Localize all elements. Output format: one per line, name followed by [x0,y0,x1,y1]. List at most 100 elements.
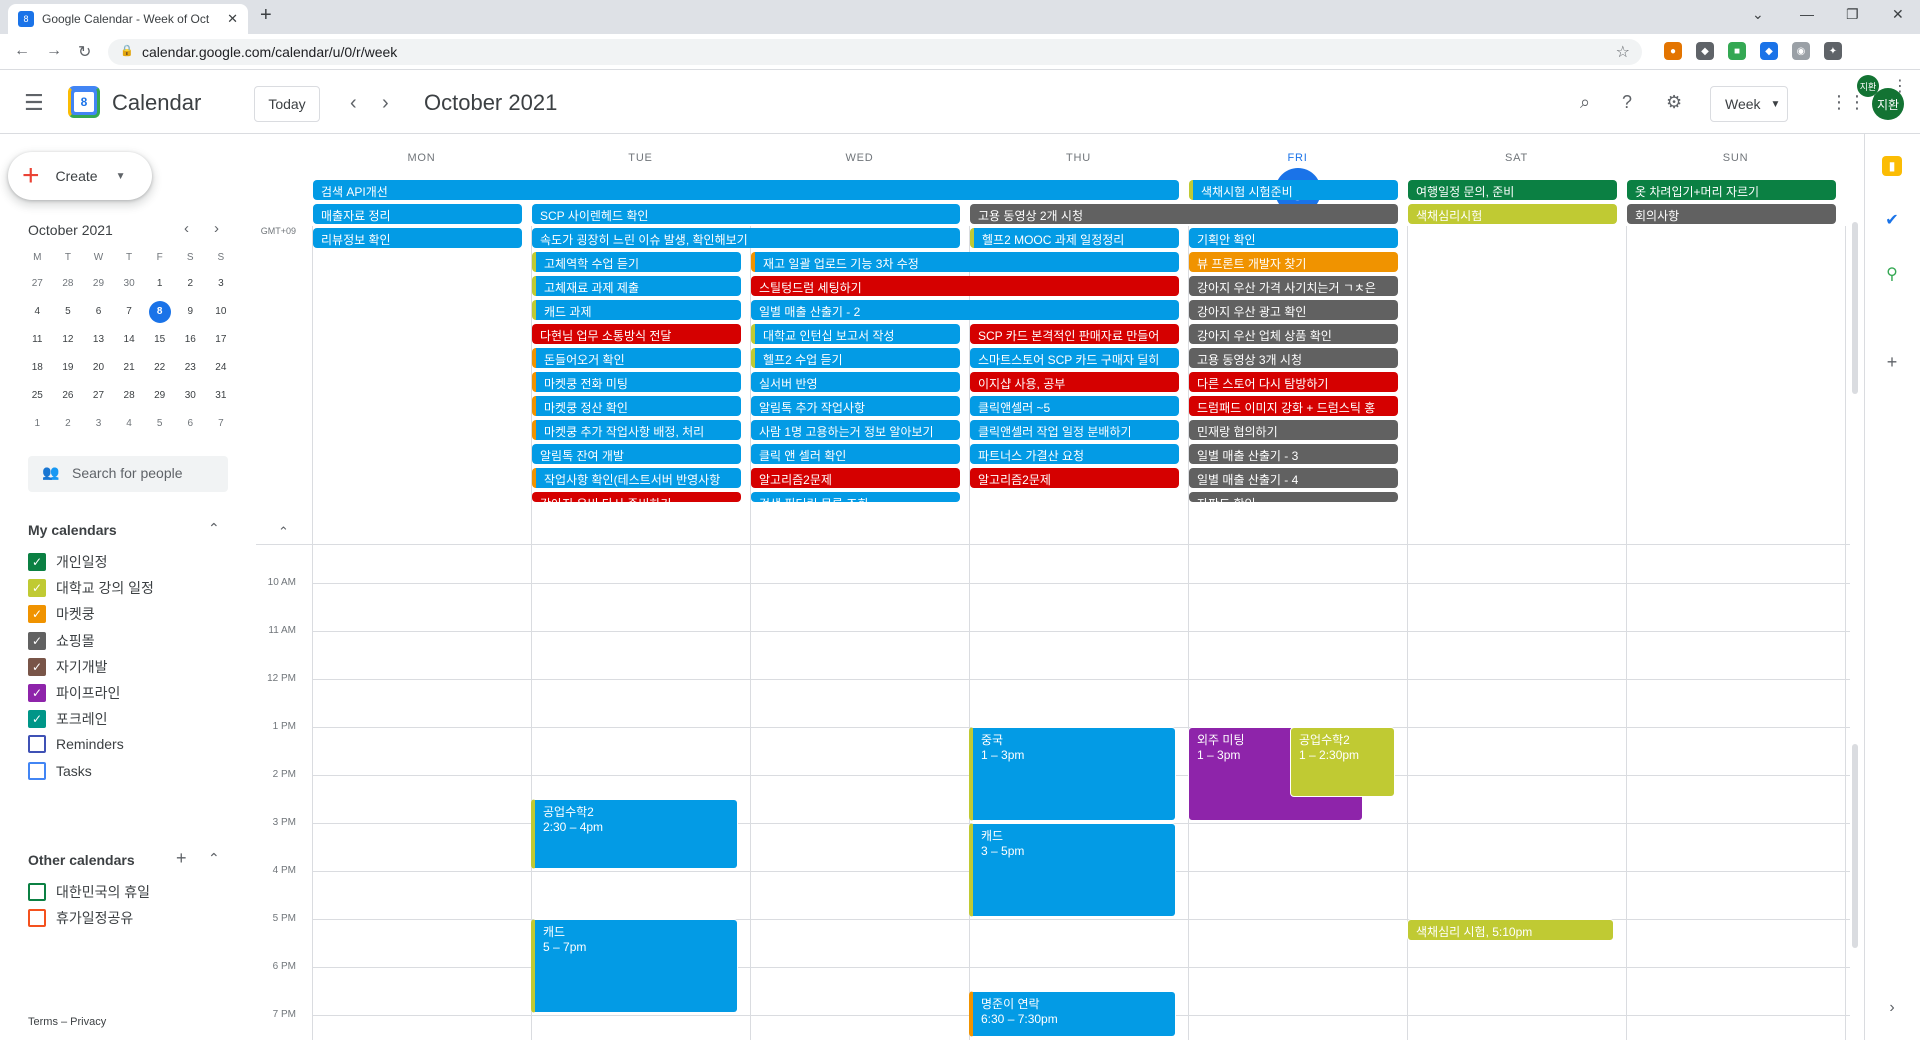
allday-event[interactable]: 매출자료 정리 [313,204,522,224]
mini-day[interactable]: 20 [83,356,114,380]
mini-day[interactable]: 28 [114,384,145,408]
chevron-up-icon[interactable]: ⌃ [208,520,220,537]
allday-event[interactable]: 알고리즘2문제 [970,468,1179,488]
allday-event[interactable]: 스마트스토어 SCP 카드 구매자 딜히 [970,348,1179,368]
checkbox[interactable] [28,761,46,780]
allday-event[interactable]: 강아지 우비 다시 준비하기 [532,492,741,502]
allday-event[interactable]: 고체역학 수업 듣기 [532,252,741,272]
allday-event[interactable]: 파트너스 가결산 요청 [970,444,1179,464]
allday-event[interactable]: 클릭 앤 셀러 확인 [751,444,960,464]
allday-event[interactable]: 헬프2 MOOC 과제 일정정리 [970,228,1179,248]
allday-event[interactable]: 헬프2 수업 듣기 [751,348,960,368]
timed-event[interactable]: 중국 1 – 3pm [969,727,1176,821]
puzzle-icon[interactable]: ✦ [1824,42,1842,60]
allday-event[interactable]: 민재랑 협의하기 [1189,420,1398,440]
main-menu-icon[interactable]: ☰ [24,90,44,116]
day-header[interactable]: MON4 [312,134,531,212]
camera-extension-icon[interactable]: ◉ [1792,42,1810,60]
add-calendar-icon[interactable]: + [176,848,187,869]
allday-event[interactable]: 알림톡 추가 작업사항 [751,396,960,416]
checkbox[interactable] [28,735,46,754]
mini-day[interactable]: 1 [144,272,175,296]
allday-event[interactable]: 회의사항 [1627,204,1836,224]
allday-event[interactable]: 강아지 우산 광고 확인 [1189,300,1398,320]
day-header[interactable]: WED6 [750,134,969,212]
settings-gear-icon[interactable]: ⚙ [1666,92,1682,113]
calendar-item[interactable]: 대한민국의 휴일 [28,882,150,902]
profile-menu-icon[interactable]: ⌄ [1752,6,1764,23]
timed-event[interactable]: 명준이 연락 6:30 – 7:30pm [969,991,1176,1037]
mini-day[interactable]: 7 [206,412,237,436]
tasks-icon[interactable]: ✔ [1882,210,1902,230]
mini-day[interactable]: 1 [22,412,53,436]
keep-icon[interactable]: ▮ [1882,156,1902,176]
day-header[interactable]: FRI8 [1188,134,1407,214]
checkbox[interactable]: ✓ [28,579,46,598]
calendar-item[interactable]: ✓ 자기개발 [28,657,108,677]
allday-event[interactable]: 드럼패드 이미지 강화 + 드럼스틱 홍 [1189,396,1398,416]
green-extension-icon[interactable]: ■ [1728,42,1746,60]
day-header[interactable]: SUN10 [1626,134,1845,212]
maximize-icon[interactable]: ❐ [1846,6,1859,23]
allday-event[interactable]: 실서버 반영 [751,372,960,392]
mini-day[interactable]: 5 [53,300,84,324]
mini-day[interactable]: 5 [144,412,175,436]
allday-event[interactable]: 일별 매출 산출기 - 3 [1189,444,1398,464]
checkbox[interactable] [28,909,46,928]
expand-panel-icon[interactable]: › [1882,998,1902,1018]
allday-event[interactable]: 작업사항 확인(테스트서버 반영사항 [532,468,741,488]
mini-day[interactable]: 29 [83,272,114,296]
allday-event[interactable]: 검색 필터링 목록 조회 [751,492,960,502]
calendar-item[interactable]: 휴가일정공유 [28,908,133,928]
mini-day[interactable]: 3 [206,272,237,296]
calendar-item[interactable]: Tasks [28,761,92,780]
mini-day[interactable]: 3 [83,412,114,436]
search-icon[interactable]: ⌕ [1580,92,1590,113]
allday-event[interactable]: 여행일정 문의, 준비 [1408,180,1617,200]
allday-event[interactable]: 클릭앤셀러 ~5 [970,396,1179,416]
checkbox[interactable]: ✓ [28,605,46,624]
mini-day[interactable]: 17 [206,328,237,352]
allday-event[interactable]: 일별 매출 산출기 - 4 [1189,468,1398,488]
maps-icon[interactable]: ⚲ [1882,264,1902,284]
close-tab-icon[interactable]: ✕ [227,11,238,27]
mini-day[interactable]: 31 [206,384,237,408]
grid-scrollbar[interactable] [1852,744,1858,948]
search-people-input[interactable]: 👥 Search for people [28,456,228,492]
mini-day[interactable]: 7 [114,300,145,324]
timed-event[interactable]: 공업수학2 2:30 – 4pm [531,799,738,869]
bookmark-star-icon[interactable]: ☆ [1616,42,1630,62]
allday-event[interactable]: 리뷰정보 확인 [313,228,522,248]
allday-event[interactable]: SCP 카드 본격적인 판매자료 만들어 [970,324,1179,344]
allday-event[interactable]: 기획안 확인 [1189,228,1398,248]
mini-day[interactable]: 22 [144,356,175,380]
address-bar[interactable]: 🔒 calendar.google.com/calendar/u/0/r/wee… [108,39,1642,65]
allday-event[interactable]: 스틸텅드럼 세팅하기 [751,276,1179,296]
allday-event[interactable]: 알림톡 잔여 개발 [532,444,741,464]
timed-event[interactable]: 캐드 3 – 5pm [969,823,1176,917]
mini-day[interactable]: 29 [144,384,175,408]
timed-event[interactable]: 캐드 5 – 7pm [531,919,738,1013]
allday-event[interactable]: 자판도 확인 [1189,492,1398,502]
calendar-item[interactable]: ✓ 대학교 강의 일정 [28,578,154,598]
mini-day[interactable]: 24 [206,356,237,380]
day-header[interactable]: SAT9 [1407,134,1626,212]
mini-day[interactable]: 11 [22,328,53,352]
allday-event[interactable]: 색채심리시험 [1408,204,1617,224]
mini-day[interactable]: 23 [175,356,206,380]
forward-icon[interactable]: → [46,42,62,60]
allday-event[interactable]: 고용 동영상 3개 시청 [1189,348,1398,368]
mini-day[interactable]: 4 [114,412,145,436]
allday-event[interactable]: 강아지 우산 업체 상품 확인 [1189,324,1398,344]
checkbox[interactable]: ✓ [28,657,46,676]
allday-event[interactable]: 마켓쿵 추가 작업사항 배정, 처리 [532,420,741,440]
allday-event[interactable]: 마켓쿵 정산 확인 [532,396,741,416]
reload-icon[interactable]: ↻ [78,42,91,62]
day-header[interactable]: THU7 [969,134,1188,212]
allday-event[interactable]: 사람 1명 고용하는거 정보 알아보기 [751,420,960,440]
tag-extension-icon[interactable]: ◆ [1760,42,1778,60]
other-calendars-title[interactable]: Other calendars [28,852,135,868]
allday-event[interactable]: 옷 차려입기+머리 자르기 [1627,180,1836,200]
mini-day[interactable]: 2 [53,412,84,436]
today-button[interactable]: Today [254,86,320,122]
